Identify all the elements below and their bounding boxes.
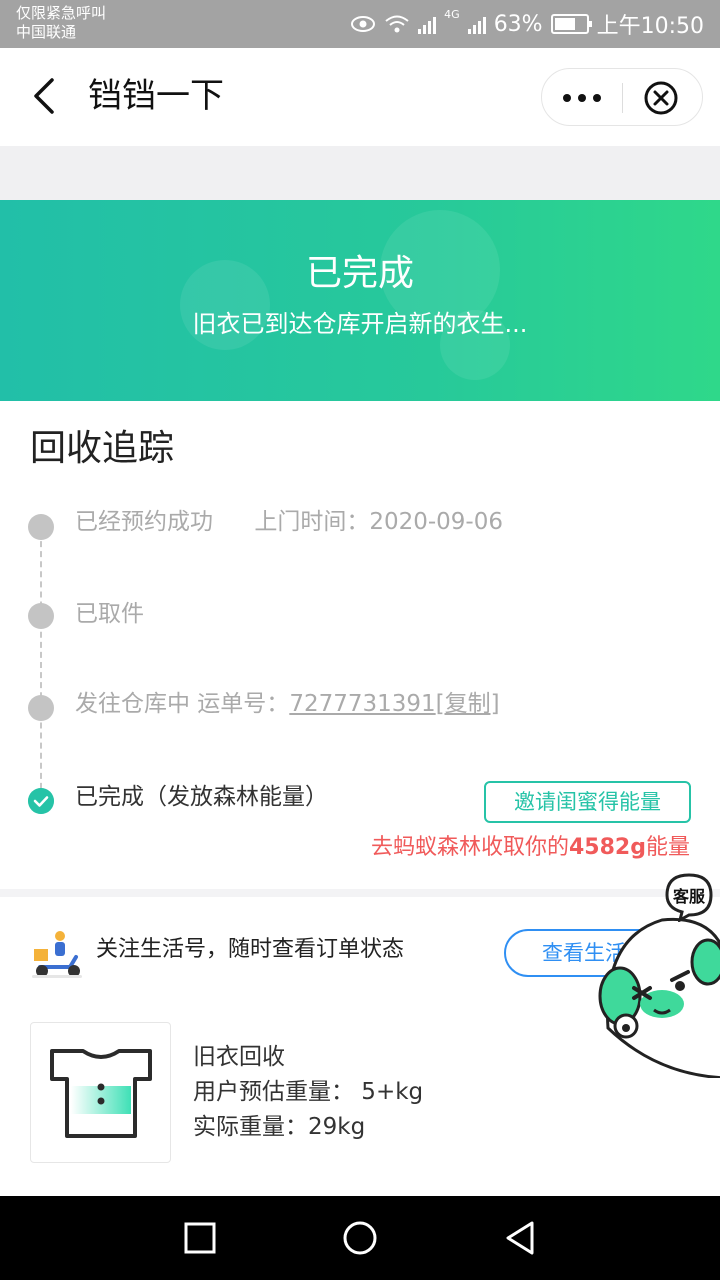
mini-program-navbar: 铛铛一下 [0,48,720,146]
timeline-dot [28,695,54,721]
close-icon[interactable] [643,80,679,116]
section-title: 回收追踪 [30,428,175,469]
spacer [0,146,720,200]
back-arrow-icon[interactable] [26,76,66,116]
recent-apps-icon[interactable] [180,1218,220,1258]
step-label: 发往仓库中 运单号： [75,691,290,717]
battery-percent: 63% [493,11,543,37]
follow-prompt: 关注生活号，随时查看订单状态 [96,937,405,962]
tshirt-icon [50,1049,152,1138]
customer-service-float[interactable]: 客服 [598,868,720,1080]
item-thumbnail [30,1022,171,1163]
order-status: 已完成 [305,253,414,294]
energy-suffix: 能量 [645,835,690,860]
timeline-dot [28,514,54,540]
estimated-weight: 用户预估重量： 5+kg [193,1079,424,1105]
capsule-menu [541,68,703,126]
home-icon[interactable] [340,1218,380,1258]
timeline-dot [28,603,54,629]
carrier-info: 仅限紧急呼叫 中国联通 [16,4,106,42]
step-label: 已取件 [75,601,144,627]
order-status-description: 旧衣已到达仓库开启新的衣生... [192,310,528,338]
carrier-line-name: 中国联通 [16,23,77,41]
clock: 上午10:50 [596,14,704,39]
dot-icon [563,94,571,102]
invite-friends-button[interactable]: 邀请闺蜜得能量 [484,781,691,823]
back-triangle-icon[interactable] [500,1218,540,1258]
status-banner: 已完成 旧衣已到达仓库开启新的衣生... [0,200,720,401]
timeline-step: 已经预约成功 上门时间：2020-09-06 [75,507,503,537]
status-icons: 4G 63% 上午10:50 [350,8,704,40]
eye-icon [351,16,376,32]
status-bar: 仅限紧急呼叫 中国联通 4G 63% 上午10:50 [0,0,720,48]
carrier-line-emergency: 仅限紧急呼叫 [16,4,107,22]
pickup-time: 上门时间：2020-09-06 [254,509,503,535]
timeline-step-current: 已完成（发放森林能量） [75,782,328,812]
network-type: 4G [444,8,460,21]
wifi-icon [385,15,409,33]
item-name: 旧衣回收 [193,1044,285,1070]
customer-service-label: 客服 [672,887,705,906]
timeline-connector [40,531,42,799]
customer-service-badge: 客服 [664,872,714,922]
timeline-step: 已取件 [75,599,144,629]
delivery-scooter-icon [32,931,82,978]
step-label: 已完成（发放森林能量） [75,784,328,810]
battery-icon [550,14,592,34]
energy-amount: 4582g [569,835,646,860]
energy-prefix: 去蚂蚁森林收取你的 [370,835,569,860]
copy-waybill-link[interactable]: [复制] [436,691,500,717]
recycle-tracking: 回收追踪 已经预约成功 上门时间：2020-09-06 已取件 发往仓库中 运单… [0,401,720,889]
system-navigation-bar [0,1196,720,1280]
waybill-number-link[interactable]: 7277731391 [289,691,435,717]
forest-energy-link[interactable]: 去蚂蚁森林收取你的4582g能量 [371,833,690,863]
check-circle-icon [28,788,54,814]
actual-weight: 实际重量：29kg [193,1114,366,1140]
page-title: 铛铛一下 [88,76,224,116]
timeline-step: 发往仓库中 运单号：7277731391[复制] [75,689,500,719]
signal-bars-icon [418,14,437,34]
more-options-button[interactable] [542,69,622,127]
signal-bars-icon-2 [467,14,486,34]
item-details: 旧衣回收 用户预估重量： 5+kg 实际重量：29kg [193,1040,423,1145]
dot-icon [593,94,601,102]
capsule-divider [622,83,623,113]
dot-icon [578,94,586,102]
step-label: 已经预约成功 [75,509,213,535]
